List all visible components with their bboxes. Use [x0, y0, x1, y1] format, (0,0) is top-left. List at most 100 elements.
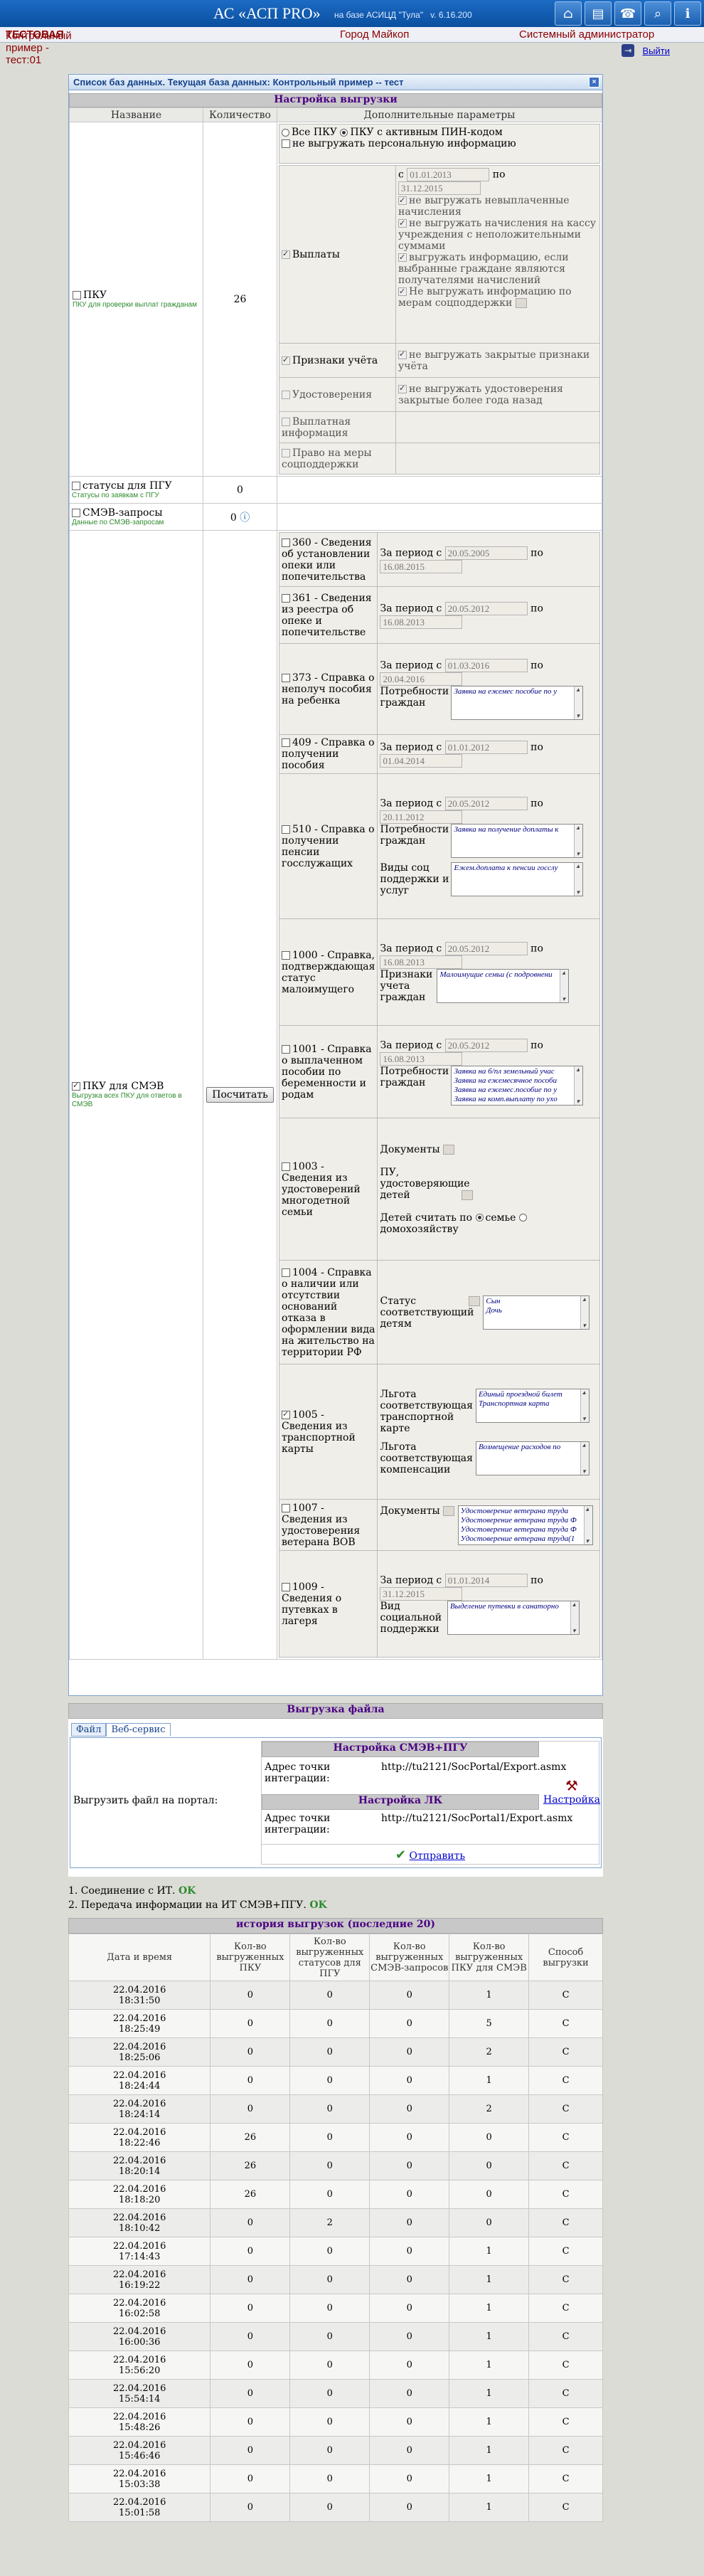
history-cell: 0 [369, 2180, 450, 2209]
pgu-checkbox[interactable] [72, 481, 80, 490]
settings-block: ⚒ Настройка [543, 1777, 600, 1806]
req-373-date-to[interactable]: 20.04.2016 [380, 672, 463, 686]
req-1009-date-from[interactable]: 01.01.2014 [444, 1573, 528, 1587]
req-361-date-from[interactable]: 20.05.2012 [444, 601, 528, 615]
req-1003: 1003 - Сведения из удостоверений многоде… [278, 1118, 378, 1261]
req-1001-needs-list[interactable]: Заявка на б/пл земельный учас Заявка на е… [451, 1065, 584, 1106]
req-1009-checkbox[interactable] [282, 1582, 290, 1591]
radio-pin-pku[interactable] [340, 128, 348, 137]
req-1000-date-from[interactable]: 20.05.2012 [444, 941, 528, 955]
home-icon[interactable]: ⌂ [555, 1, 582, 26]
history-cell: 0 [369, 2037, 450, 2067]
req-1000-checkbox[interactable] [282, 950, 290, 960]
req-373-checkbox[interactable] [282, 673, 290, 682]
info-icon[interactable]: ⓘ [240, 512, 250, 524]
req-1000-date-to[interactable]: 16.08.2013 [380, 955, 463, 969]
req-360-checkbox[interactable] [282, 538, 290, 547]
req-1001-checkbox[interactable] [282, 1044, 290, 1054]
req-510-measures-list[interactable]: Ежем.доплата к пенсии госслу [451, 862, 584, 896]
req-510-date-to[interactable]: 20.11.2012 [380, 810, 463, 824]
payments-date-to[interactable]: 31.12.2015 [398, 181, 481, 195]
req-1009-rest-list[interactable]: Выделение путевки в санаторно [447, 1600, 580, 1635]
req-1007-docs-list[interactable]: Удостоверение ветерана труда Удостоверени… [457, 1505, 593, 1545]
req-409-date-from[interactable]: 01.01.2012 [444, 741, 528, 754]
req-1003-checkbox[interactable] [282, 1162, 290, 1171]
history-cell: 0 [210, 2493, 291, 2522]
documents-picker-icon[interactable] [443, 1144, 455, 1155]
settings-link[interactable]: Настройка [543, 1794, 600, 1806]
calculate-button[interactable]: Посчитать [206, 1087, 274, 1103]
history-cell: С [528, 2151, 603, 2180]
phone-icon[interactable]: ☎ [614, 1, 641, 26]
history-cell: 22.04.2016 15:56:20 [68, 2350, 211, 2380]
req-409-checkbox[interactable] [282, 738, 290, 747]
req-409-date-to[interactable]: 01.04.2014 [380, 754, 463, 768]
opt2-checkbox[interactable] [398, 218, 407, 229]
smev-req-count: 0 ⓘ [203, 503, 277, 531]
export-settings-table: Название Количество Дополнительные парам… [69, 107, 602, 1660]
smev-checkbox[interactable] [72, 1081, 80, 1091]
history-cell: 0 [289, 2123, 370, 2152]
req-1004-status-list[interactable]: Сын Дочь [483, 1295, 590, 1330]
veteran-picker-icon[interactable] [443, 1505, 455, 1516]
signs-opt-checkbox[interactable] [398, 349, 407, 359]
ids-opt-checkbox[interactable] [398, 383, 407, 393]
req-360-date-from[interactable]: 20.05.2005 [444, 546, 528, 560]
radio-household[interactable] [518, 1214, 527, 1221]
opt4-checkbox[interactable] [398, 286, 407, 297]
history-cell: 1 [449, 2237, 530, 2266]
req-1000-signs-list[interactable]: Малоимущие семьи (с подровнени [437, 968, 570, 1003]
right-measures-checkbox[interactable] [282, 448, 290, 457]
req-1001-date-to[interactable]: 16.08.2013 [380, 1051, 463, 1066]
status-picker-icon[interactable] [468, 1295, 480, 1306]
history-cell: 1 [449, 2294, 530, 2323]
req-1005-checkbox[interactable] [282, 1409, 290, 1419]
req-1001-date-from[interactable]: 20.05.2012 [444, 1038, 528, 1052]
history-cell: С [528, 2322, 603, 2351]
search-icon[interactable]: ⌕ [644, 1, 671, 26]
req-510-date-from[interactable]: 20.05.2012 [444, 796, 528, 810]
tab-web-service[interactable]: Веб-сервис [106, 1723, 171, 1737]
req-361-checkbox[interactable] [282, 593, 290, 603]
exit-icon[interactable]: ⇥ [622, 44, 634, 57]
signs-checkbox[interactable] [282, 355, 290, 365]
history-cell: 0 [369, 2464, 450, 2493]
req-373-needs-list[interactable]: Заявка на ежемес пособие по у [451, 685, 584, 720]
history-cell: С [528, 2294, 603, 2323]
history-cell: 0 [210, 2464, 291, 2493]
send-link[interactable]: Отправить [410, 1850, 465, 1862]
pku-checkbox[interactable] [73, 290, 81, 300]
req-1004-checkbox[interactable] [282, 1268, 290, 1277]
history-cell: 22.04.2016 15:46:46 [68, 2436, 211, 2465]
history-cell: 0 [289, 2436, 370, 2465]
radio-family[interactable] [475, 1214, 484, 1221]
history-row: 22.04.2016 16:00:36 0 0 0 1 С [68, 2322, 603, 2351]
document-icon[interactable]: ▤ [585, 1, 612, 26]
info-icon[interactable]: ℹ [674, 1, 701, 26]
city-label: Город Майкоп [340, 28, 410, 41]
close-icon[interactable]: × [589, 77, 599, 88]
no-personal-checkbox[interactable] [282, 139, 290, 148]
radio-all-pku[interactable] [282, 128, 289, 137]
tab-file[interactable]: Файл [71, 1723, 107, 1737]
req-1009-date-to[interactable]: 31.12.2015 [380, 1586, 463, 1601]
opt3-checkbox[interactable] [398, 252, 407, 263]
payments-checkbox[interactable] [282, 249, 290, 259]
db-panel: Список баз данных. Текущая база данных: … [68, 74, 603, 1696]
exit-link[interactable]: Выйти [643, 46, 671, 56]
req-510-checkbox[interactable] [282, 825, 290, 834]
smev-req-checkbox[interactable] [72, 508, 80, 517]
payments-date-from[interactable]: 01.01.2013 [407, 168, 490, 181]
req-360-date-to[interactable]: 16.08.2015 [380, 559, 463, 573]
opt1-checkbox[interactable] [398, 195, 407, 206]
req-1005-comp-list[interactable]: Возмещение расходов по [475, 1441, 590, 1475]
req-373-date-from[interactable]: 01.03.2016 [444, 658, 528, 672]
ids-checkbox[interactable] [282, 390, 290, 399]
req-1005-card-list[interactable]: Единый проездной билет Транспортная карта [475, 1388, 590, 1423]
req-1007-checkbox[interactable] [282, 1503, 290, 1512]
picker-icon[interactable] [515, 298, 527, 308]
req-510-needs-list[interactable]: Заявка на получение доплаты к [451, 823, 584, 858]
pu-picker-icon[interactable] [461, 1189, 473, 1200]
paid-info-checkbox[interactable] [282, 417, 290, 426]
req-361-date-to[interactable]: 16.08.2013 [380, 615, 463, 629]
